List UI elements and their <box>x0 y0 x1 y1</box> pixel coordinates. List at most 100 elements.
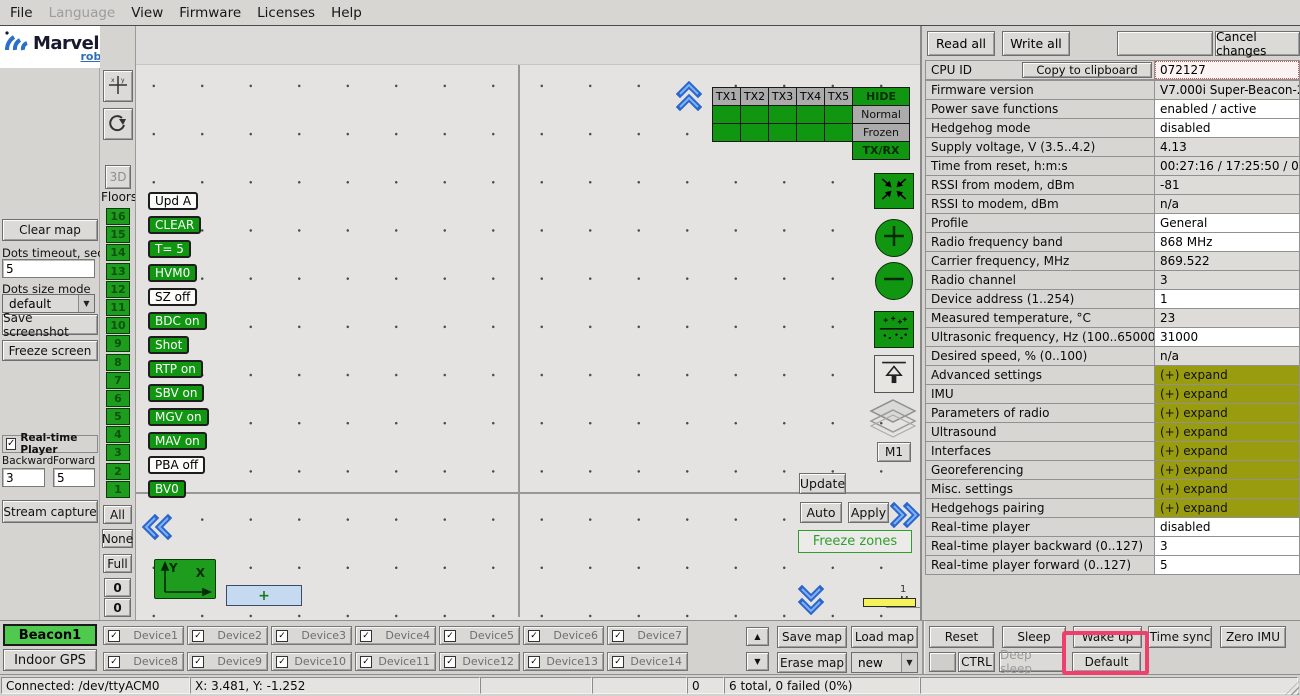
save-map-button[interactable]: Save map <box>777 626 847 648</box>
pan-down-icon[interactable] <box>798 584 824 616</box>
device-scroll-up-button[interactable] <box>746 627 769 646</box>
auto-button[interactable]: Auto <box>800 502 842 523</box>
tx-cell[interactable] <box>768 123 797 142</box>
parameter-value[interactable]: (+) expand <box>1154 460 1300 480</box>
parameter-value[interactable]: n/a <box>1154 346 1300 366</box>
floors-full-button[interactable]: Full <box>103 554 132 573</box>
checkbox-checked-icon[interactable] <box>612 630 624 642</box>
parameter-value[interactable]: (+) expand <box>1154 365 1300 385</box>
floor-button[interactable]: 5 <box>106 408 130 425</box>
load-map-button[interactable]: Load map <box>851 626 918 648</box>
backward-input[interactable] <box>2 468 45 487</box>
m1-button[interactable]: M1 <box>877 442 911 462</box>
tx-header-cell[interactable]: TX2 <box>740 87 769 106</box>
sleep-button[interactable]: Sleep <box>1002 626 1066 648</box>
map-select[interactable]: new ▼ <box>851 652 918 673</box>
parameter-value[interactable]: 23 <box>1154 308 1300 328</box>
3d-view-button[interactable]: 3D <box>105 165 131 189</box>
tx-header-cell[interactable]: TX3 <box>768 87 797 106</box>
mode-button[interactable]: MAV on <box>148 432 207 450</box>
reset-button[interactable]: Reset <box>929 626 994 648</box>
checkbox-checked-icon[interactable] <box>444 630 456 642</box>
parameter-value[interactable]: 869.522 <box>1154 251 1300 271</box>
tx-header-cell[interactable]: TX1 <box>712 87 741 106</box>
copy-to-clipboard-button[interactable]: Copy to clipboard <box>1022 62 1152 78</box>
parameter-value[interactable]: disabled <box>1154 118 1300 138</box>
tx-hide-button[interactable]: HIDE <box>852 87 910 106</box>
device-toggle[interactable]: Device6 <box>523 626 604 645</box>
device-toggle[interactable]: Device12 <box>439 652 520 671</box>
floors-none-button[interactable]: None <box>102 529 133 548</box>
submap-plus-box[interactable]: + <box>226 585 302 606</box>
read-all-button[interactable]: Read all <box>927 31 995 56</box>
device-toggle[interactable]: Device5 <box>439 626 520 645</box>
save-screenshot-button[interactable]: Save screenshot <box>2 314 98 335</box>
parameter-value[interactable]: (+) expand <box>1154 441 1300 461</box>
ctrl-checkbox[interactable] <box>929 652 956 672</box>
floor-button[interactable]: 6 <box>106 390 130 407</box>
parameter-value[interactable]: 00:27:16 / 17:25:50 / 0 <box>1154 156 1300 176</box>
tx-cell[interactable] <box>740 105 769 124</box>
dots-timeout-input[interactable] <box>2 259 95 278</box>
zero-button-bottom[interactable]: 0 <box>104 598 131 617</box>
mode-button[interactable]: SZ off <box>148 288 197 306</box>
zoom-out-button[interactable] <box>875 262 913 300</box>
menu-item[interactable]: File <box>10 5 33 21</box>
pan-left-icon[interactable] <box>142 514 172 540</box>
blank-button[interactable] <box>1117 31 1213 56</box>
tx-cell[interactable] <box>824 105 853 124</box>
checkbox-checked-icon[interactable] <box>192 630 204 642</box>
wake-up-button[interactable]: Wake up <box>1073 626 1142 648</box>
parameter-value[interactable]: 1 <box>1154 289 1300 309</box>
tx-cell[interactable] <box>712 123 741 142</box>
freeze-zones-button[interactable]: Freeze zones <box>798 530 912 553</box>
device-toggle[interactable]: Device10 <box>271 652 352 671</box>
erase-map-button[interactable]: Erase map <box>777 652 847 673</box>
device-toggle[interactable]: Device4 <box>355 626 436 645</box>
floor-button[interactable]: 12 <box>106 281 130 298</box>
cpu-id-value[interactable]: 072127 <box>1154 60 1300 80</box>
checkbox-checked-icon[interactable] <box>108 656 120 668</box>
parameter-value[interactable]: disabled <box>1154 517 1300 537</box>
device-toggle[interactable]: Device14 <box>607 652 688 671</box>
tx-cell[interactable] <box>796 105 825 124</box>
write-all-button[interactable]: Write all <box>1002 31 1070 56</box>
device-toggle[interactable]: Device3 <box>271 626 352 645</box>
chevron-down-icon[interactable]: ▼ <box>78 295 94 312</box>
beacon1-tab[interactable]: Beacon1 <box>3 624 97 646</box>
mode-button[interactable]: PBA off <box>148 456 205 474</box>
ctrl-button[interactable]: CTRL <box>958 652 995 672</box>
apply-button[interactable]: Apply <box>848 502 889 523</box>
parameter-value[interactable]: (+) expand <box>1154 403 1300 423</box>
cancel-changes-button[interactable]: Cancel changes <box>1215 31 1300 56</box>
zero-imu-button[interactable]: Zero IMU <box>1220 626 1286 648</box>
mode-button[interactable]: CLEAR <box>148 216 201 234</box>
checkbox-checked-icon[interactable] <box>444 656 456 668</box>
floor-button[interactable]: 2 <box>106 463 130 480</box>
zero-button-top[interactable]: 0 <box>104 578 131 597</box>
parameter-value[interactable]: 3 <box>1154 270 1300 290</box>
menu-item[interactable]: View <box>131 5 163 21</box>
tx-cell[interactable] <box>740 123 769 142</box>
floor-button[interactable]: 4 <box>106 426 130 443</box>
tx-frozen-button[interactable]: Frozen <box>852 123 910 142</box>
stream-capture-button[interactable]: Stream capture <box>2 500 98 523</box>
mode-button[interactable]: RTP on <box>148 360 203 378</box>
pan-right-icon[interactable] <box>890 502 920 528</box>
pan-up-icon[interactable] <box>676 81 702 111</box>
device-toggle[interactable]: Device9 <box>187 652 268 671</box>
mode-button[interactable]: HVM0 <box>148 264 197 282</box>
upload-map-button[interactable] <box>874 355 914 393</box>
tx-header-cell[interactable]: TX5 <box>824 87 853 106</box>
time-sync-button[interactable]: Time sync <box>1148 626 1212 648</box>
floor-button[interactable]: 16 <box>106 208 130 225</box>
parameter-value[interactable]: V7.000i Super-Beacon-2 <box>1154 80 1300 100</box>
parameter-value[interactable]: (+) expand <box>1154 498 1300 518</box>
parameter-value[interactable]: 3 <box>1154 536 1300 556</box>
parameter-value[interactable]: (+) expand <box>1154 384 1300 404</box>
device-scroll-down-button[interactable] <box>746 652 769 671</box>
menu-item[interactable]: Language <box>49 5 116 21</box>
parameter-value[interactable]: General <box>1154 213 1300 233</box>
map-canvas[interactable]: Upd A CLEAR T= 5 HVM0 SZ off BDC on Shot… <box>135 26 920 620</box>
default-button[interactable]: Default <box>1072 652 1141 672</box>
